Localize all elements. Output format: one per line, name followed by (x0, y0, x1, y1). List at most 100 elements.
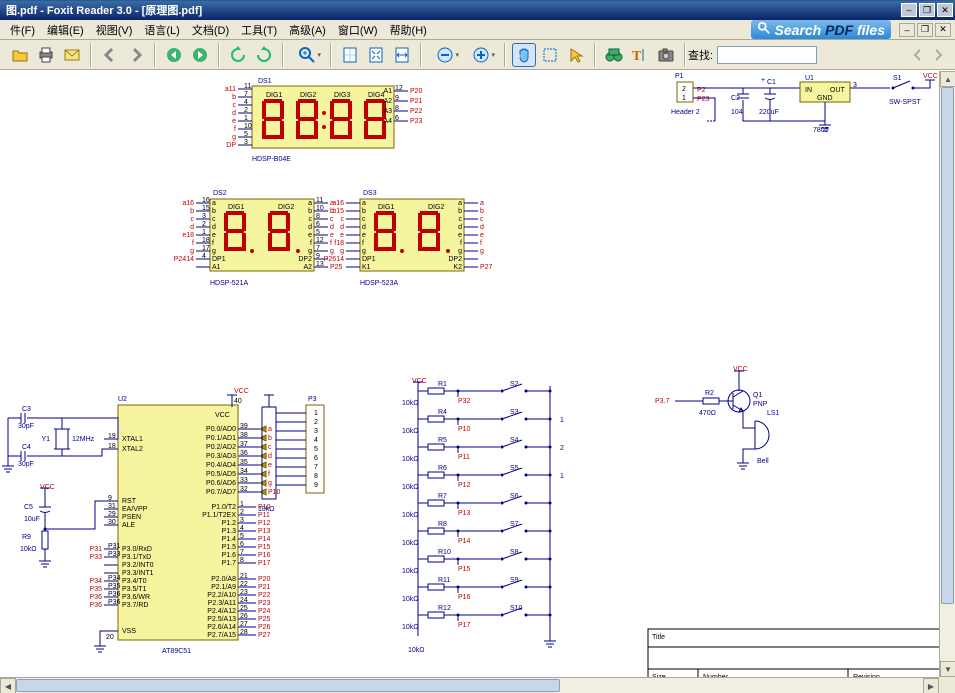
svg-text:P0.3/AD3: P0.3/AD3 (206, 453, 236, 460)
minimize-button[interactable]: – (901, 3, 917, 17)
svg-text:a: a (458, 200, 462, 207)
svg-text:P27: P27 (258, 632, 271, 639)
svg-text:d: d (190, 224, 194, 231)
svg-text:P35: P35 (108, 583, 121, 590)
menu-advanced[interactable]: 高级(A) (283, 20, 332, 40)
zoom-marquee-button[interactable] (290, 43, 324, 67)
select-arrow-button[interactable] (564, 43, 588, 67)
svg-text:7: 7 (316, 245, 320, 252)
rotate-cw-button[interactable] (252, 43, 276, 67)
menu-edit[interactable]: 编辑(E) (41, 20, 90, 40)
menu-language[interactable]: 语言(L) (138, 20, 185, 40)
svg-text:OUT: OUT (830, 87, 846, 94)
next-page-button[interactable] (124, 43, 148, 67)
snapshot-button[interactable] (654, 43, 678, 67)
mdi-controls: – ❐ ✕ (899, 23, 951, 37)
select-annotation-button[interactable] (538, 43, 562, 67)
svg-text:10: 10 (316, 205, 324, 212)
button-array: VCC R110kΩP32S2R410kΩP10S31R510kΩP11S42R… (402, 378, 564, 654)
scroll-down-button[interactable]: ▼ (940, 661, 955, 677)
mdi-minimize-button[interactable]: – (899, 23, 915, 37)
svg-text:P1.6: P1.6 (222, 552, 237, 559)
svg-text:P31: P31 (90, 546, 103, 553)
svg-text:b: b (308, 208, 312, 215)
svg-text:P13: P13 (458, 510, 471, 517)
svg-text:P16: P16 (458, 594, 471, 601)
menu-help[interactable]: 帮助(H) (384, 20, 433, 40)
svg-text:P22: P22 (258, 592, 271, 599)
svg-text:6: 6 (314, 455, 318, 462)
print-button[interactable] (34, 43, 58, 67)
vertical-scroll-thumb[interactable] (941, 87, 954, 604)
svg-text:e: e (330, 232, 334, 239)
svg-text:3: 3 (202, 213, 206, 220)
nav-forward-button[interactable] (188, 43, 212, 67)
find-input[interactable] (717, 46, 817, 64)
text-viewer-button[interactable]: T (628, 43, 652, 67)
open-button[interactable] (8, 43, 32, 67)
svg-text:R12: R12 (438, 605, 451, 612)
svg-text:P34: P34 (90, 578, 103, 585)
horizontal-scrollbar[interactable]: ◀ ▶ (0, 677, 939, 693)
svg-text:c: c (480, 216, 484, 223)
svg-text:P3: P3 (308, 396, 317, 403)
find-prev-button[interactable] (909, 46, 927, 64)
svg-text:Header 2: Header 2 (671, 109, 700, 116)
svg-text:P26: P26 (258, 624, 271, 631)
svg-text:P32: P32 (458, 398, 471, 405)
search-pdf-promo[interactable]: Search PDF files (751, 20, 892, 39)
svg-text:DP1: DP1 (362, 256, 376, 263)
svg-text:1: 1 (240, 501, 244, 508)
svg-text:R4: R4 (438, 409, 447, 416)
svg-text:c: c (341, 216, 345, 223)
svg-text:b: b (362, 208, 366, 215)
mdi-restore-button[interactable]: ❐ (917, 23, 933, 37)
email-button[interactable] (60, 43, 84, 67)
svg-text:2: 2 (244, 107, 248, 114)
svg-text:A3: A3 (383, 108, 392, 115)
zoom-out-button[interactable] (428, 43, 462, 67)
svg-text:2: 2 (682, 86, 686, 93)
svg-text:U2: U2 (118, 396, 127, 403)
pdf-page[interactable]: DS1 DIG1DIG2DIG3DIG4 HDSP-B04E 11a117b4c… (0, 71, 946, 693)
svg-text:18: 18 (202, 237, 210, 244)
svg-text:g: g (232, 134, 236, 141)
menu-view[interactable]: 视图(V) (90, 20, 139, 40)
svg-text:10kΩ: 10kΩ (258, 506, 275, 513)
svg-text:Y1: Y1 (41, 436, 50, 443)
menu-window[interactable]: 窗口(W) (332, 20, 384, 40)
scroll-right-button[interactable]: ▶ (923, 678, 939, 693)
binoculars-button[interactable] (602, 43, 626, 67)
svg-text:P14: P14 (258, 536, 271, 543)
menu-file[interactable]: 件(F) (4, 20, 41, 40)
svg-text:22: 22 (240, 581, 248, 588)
find-next-button[interactable] (929, 46, 947, 64)
svg-text:+: + (761, 77, 765, 84)
svg-text:C1: C1 (767, 79, 776, 86)
nav-back-button[interactable] (162, 43, 186, 67)
rotate-ccw-button[interactable] (226, 43, 250, 67)
svg-text:P0.1/AD1: P0.1/AD1 (206, 435, 236, 442)
svg-text:104: 104 (731, 109, 743, 116)
scroll-left-button[interactable]: ◀ (0, 678, 16, 693)
menu-tools[interactable]: 工具(T) (235, 20, 283, 40)
fit-page-button[interactable] (364, 43, 388, 67)
hand-tool-button[interactable] (512, 43, 536, 67)
svg-text:EA/VPP: EA/VPP (122, 506, 148, 513)
restore-button[interactable]: ❐ (919, 3, 935, 17)
fit-width-button[interactable] (390, 43, 414, 67)
horizontal-scroll-thumb[interactable] (16, 679, 560, 692)
close-button[interactable]: ✕ (937, 3, 953, 17)
scroll-up-button[interactable]: ▲ (940, 71, 955, 87)
svg-text:P3.7/RD: P3.7/RD (122, 602, 148, 609)
svg-text:AT89C51: AT89C51 (162, 648, 191, 655)
prev-page-button[interactable] (98, 43, 122, 67)
svg-text:HDSP-B04E: HDSP-B04E (252, 156, 291, 163)
svg-text:P14: P14 (458, 538, 471, 545)
mdi-close-button[interactable]: ✕ (935, 23, 951, 37)
actual-size-button[interactable] (338, 43, 362, 67)
find-label: 查找: (688, 47, 713, 63)
vertical-scrollbar[interactable]: ▲ ▼ (939, 71, 955, 677)
menu-document[interactable]: 文档(D) (186, 20, 235, 40)
zoom-in-button[interactable] (464, 43, 498, 67)
